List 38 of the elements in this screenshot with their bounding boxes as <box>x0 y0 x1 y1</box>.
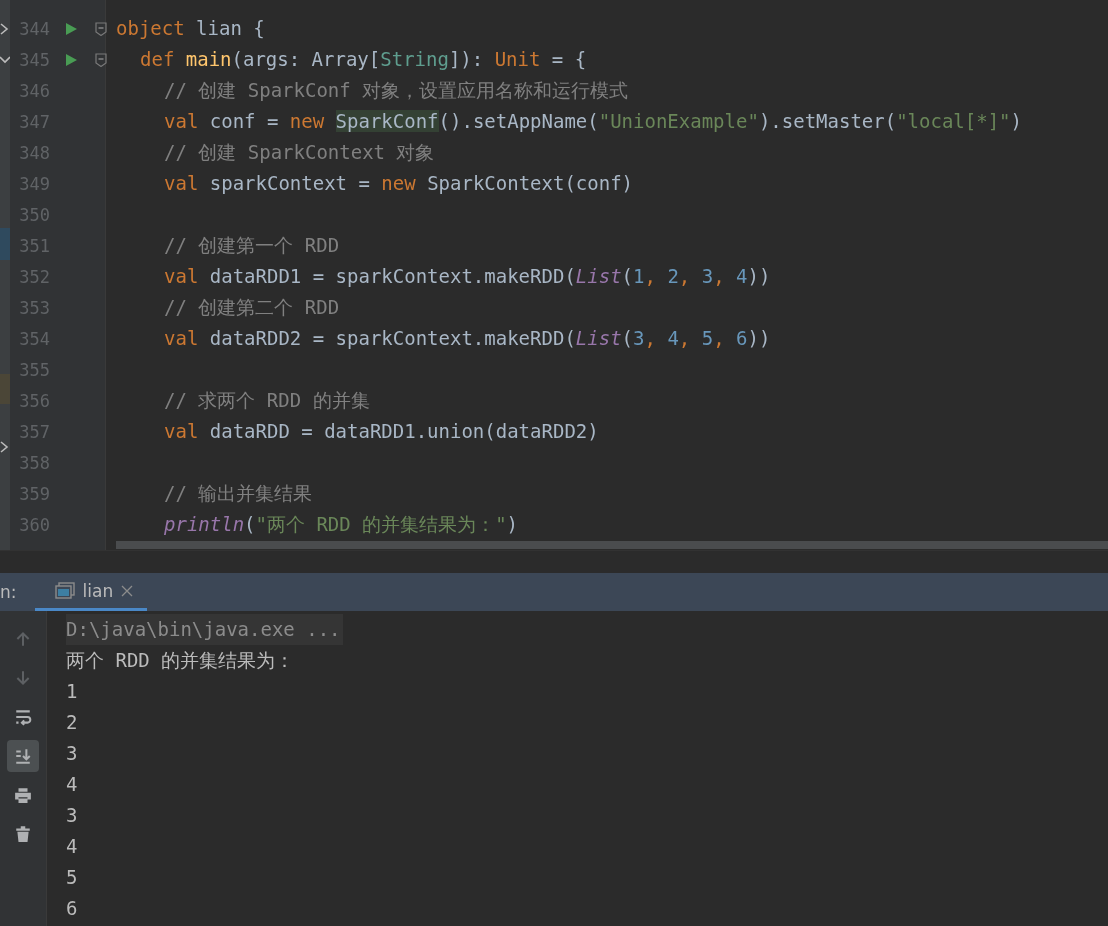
code-line: val dataRDD1 = sparkContext.makeRDD(List(1, 2, 3, 4)) <box>164 264 771 289</box>
panel-marker <box>0 228 10 260</box>
console-line: 5 <box>66 865 78 890</box>
run-icon[interactable] <box>64 21 78 36</box>
console-line: 2 <box>66 710 78 735</box>
code-line: // 创建第一个 RDD <box>164 233 340 258</box>
code-line: val conf = new SparkConf().setAppName("UnionExample").setMaster("local[*]") <box>164 109 1022 134</box>
chevron-right-icon[interactable] <box>0 22 9 36</box>
code-line: val sparkContext = new SparkContext(conf) <box>164 171 634 196</box>
console-line: 4 <box>66 772 78 797</box>
code-line: object lian { <box>116 16 265 41</box>
code-line: // 输出并集结果 <box>164 481 313 506</box>
console-tab[interactable]: lian <box>34 573 148 611</box>
code-line: println("两个 RDD 的并集结果为：") <box>164 512 519 537</box>
fold-icon[interactable] <box>95 21 107 36</box>
code-line: val dataRDD = dataRDD1.union(dataRDD2) <box>164 419 599 444</box>
console-line: 3 <box>66 803 78 828</box>
panel-marker <box>0 374 10 404</box>
fold-icon[interactable] <box>95 52 107 67</box>
console-window-icon <box>54 581 75 600</box>
chevron-down-icon[interactable] <box>0 55 10 65</box>
console-line: 1 <box>66 679 78 704</box>
code-line: val dataRDD2 = sparkContext.makeRDD(List(3, 4, 5, 6)) <box>164 326 771 351</box>
console-line: 3 <box>66 741 78 766</box>
code-line: // 创建 SparkContext 对象 <box>164 140 435 165</box>
horizontal-scrollbar[interactable] <box>116 541 1108 549</box>
chevron-right-icon[interactable] <box>0 440 9 454</box>
code-line: // 创建第二个 RDD <box>164 295 340 320</box>
console-line: 4 <box>66 834 78 859</box>
run-icon[interactable] <box>64 52 78 67</box>
panel-label: n: <box>0 582 17 602</box>
console-line: 6 <box>66 896 78 921</box>
scroll-to-end-icon[interactable] <box>7 740 39 772</box>
close-icon[interactable] <box>121 584 134 597</box>
code-line: // 求两个 RDD 的并集 <box>164 388 370 413</box>
code-line: // 创建 SparkConf 对象，设置应用名称和运行模式 <box>164 78 629 103</box>
console-line: 两个 RDD 的并集结果为： <box>66 648 295 673</box>
code-line: def main(args: Array[String]): Unit = { <box>140 47 587 72</box>
